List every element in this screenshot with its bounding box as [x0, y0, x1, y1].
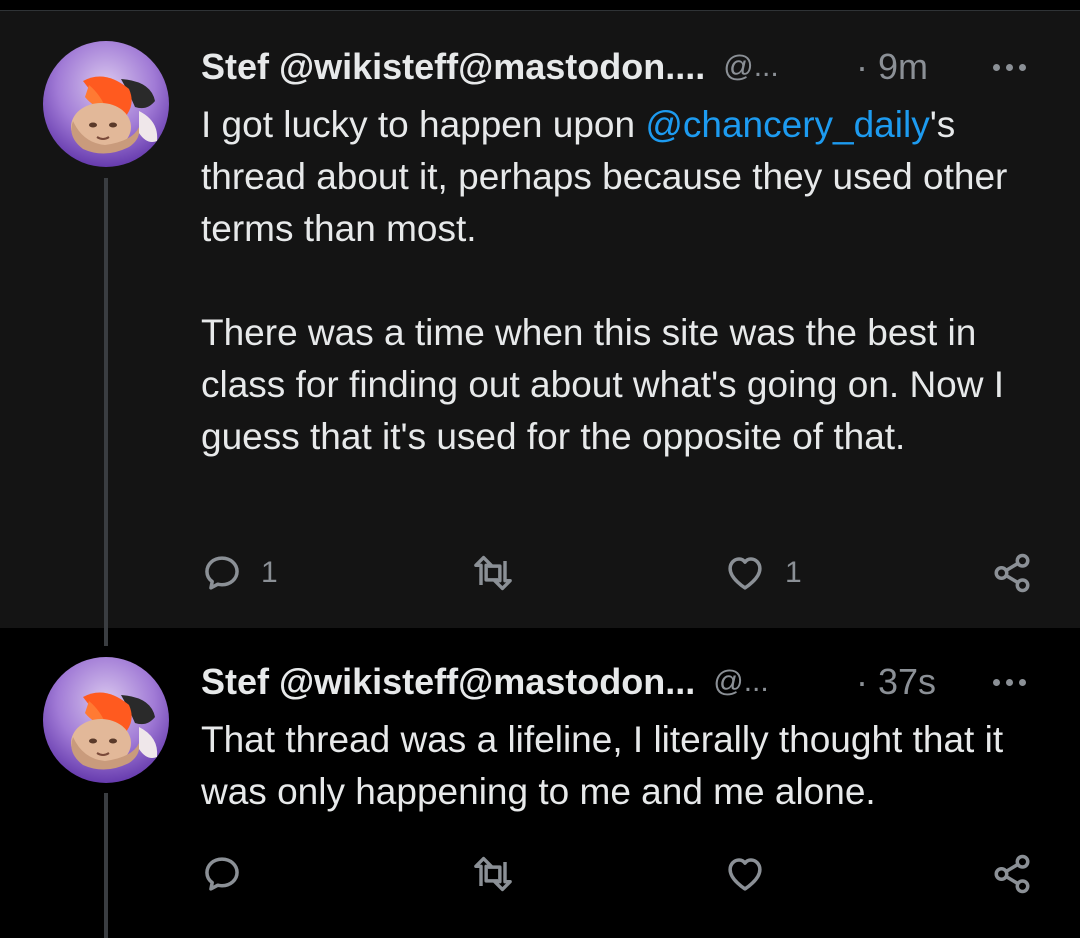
repost-button[interactable]: [469, 850, 535, 898]
handle[interactable]: @...: [723, 50, 778, 84]
like-button[interactable]: [723, 850, 785, 898]
repost-icon: [474, 555, 512, 591]
share-icon: [994, 854, 1030, 894]
timestamp[interactable]: · 37s: [856, 661, 936, 703]
action-bar: [201, 850, 1041, 898]
tweet-text-part: I got lucky to happen upon: [201, 104, 646, 145]
repost-icon: [474, 856, 512, 892]
repost-button[interactable]: [469, 549, 535, 597]
share-button[interactable]: [991, 850, 1033, 898]
like-icon: [728, 557, 762, 590]
tweet-text-part: 's thread about it, perhaps because they…: [201, 104, 1008, 457]
like-icon: [728, 858, 762, 891]
thread-line: [104, 793, 108, 938]
like-button[interactable]: 1: [723, 549, 802, 597]
tweet-1[interactable]: Stef @wikisteff@mastodon.... @... · 9m I…: [0, 11, 1080, 628]
tweet-text: That thread was a lifeline, I literally …: [201, 719, 1014, 812]
avatar-image: [43, 657, 169, 783]
tweet-header: Stef @wikisteff@mastodon... @... · 37s: [201, 657, 1080, 707]
reply-count: 1: [261, 556, 278, 589]
reply-icon: [205, 556, 239, 590]
more-icon[interactable]: [993, 64, 1026, 71]
avatar-image: [43, 41, 169, 167]
reply-button[interactable]: [201, 850, 261, 898]
display-name[interactable]: Stef @wikisteff@mastodon...: [201, 661, 695, 703]
tweet-text: I got lucky to happen upon @chancery_dai…: [201, 99, 1061, 463]
timestamp[interactable]: · 9m: [856, 46, 928, 88]
thread-connector: [104, 628, 108, 646]
like-count: 1: [785, 556, 802, 589]
top-divider: [0, 0, 1080, 11]
reply-icon: [205, 857, 239, 891]
action-bar: 1 1: [201, 549, 1041, 597]
avatar[interactable]: [43, 657, 169, 783]
display-name[interactable]: Stef @wikisteff@mastodon....: [201, 46, 705, 88]
share-button[interactable]: [991, 549, 1033, 597]
tweet-2[interactable]: Stef @wikisteff@mastodon... @... · 37s T…: [0, 628, 1080, 938]
mention-link[interactable]: @chancery_daily: [645, 104, 929, 145]
reply-button[interactable]: 1: [201, 549, 278, 597]
share-icon: [994, 553, 1030, 593]
avatar[interactable]: [43, 41, 169, 167]
tweet-header: Stef @wikisteff@mastodon.... @... · 9m: [201, 42, 1080, 92]
more-icon[interactable]: [993, 679, 1026, 686]
thread-line: [104, 178, 108, 628]
handle[interactable]: @...: [713, 665, 768, 699]
